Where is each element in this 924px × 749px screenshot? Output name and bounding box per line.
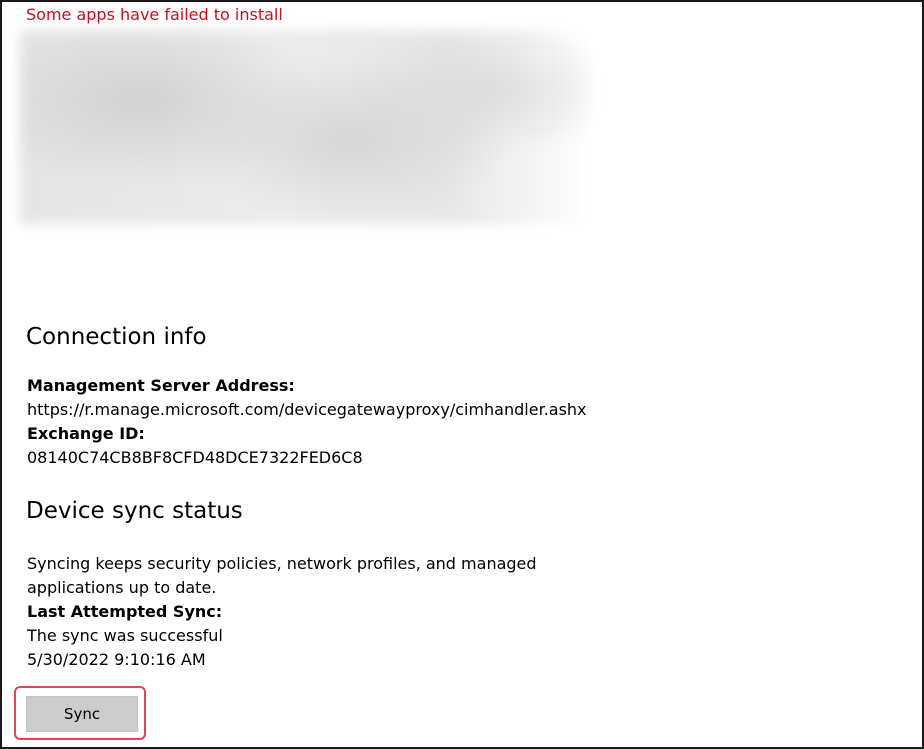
last-attempted-sync-time: 5/30/2022 9:10:16 AM <box>27 650 206 669</box>
exchange-id-label: Exchange ID: <box>27 424 145 443</box>
last-attempted-sync-status: The sync was successful <box>27 626 223 645</box>
connection-info-heading: Connection info <box>26 324 207 350</box>
device-sync-status-heading: Device sync status <box>26 498 243 524</box>
device-management-pane: Some apps have failed to install Connect… <box>0 0 924 749</box>
sync-description-line-2: applications up to date. <box>27 578 217 597</box>
install-error-message: Some apps have failed to install <box>26 5 283 24</box>
sync-button[interactable]: Sync <box>26 696 138 732</box>
management-server-label: Management Server Address: <box>27 376 295 395</box>
blurred-content-region <box>20 30 592 224</box>
management-server-value: https://r.manage.microsoft.com/devicegat… <box>27 400 587 419</box>
last-attempted-sync-label: Last Attempted Sync: <box>27 602 223 621</box>
sync-description-line-1: Syncing keeps security policies, network… <box>27 554 537 573</box>
exchange-id-value: 08140C74CB8BF8CFD48DCE7322FED6C8 <box>27 448 363 467</box>
